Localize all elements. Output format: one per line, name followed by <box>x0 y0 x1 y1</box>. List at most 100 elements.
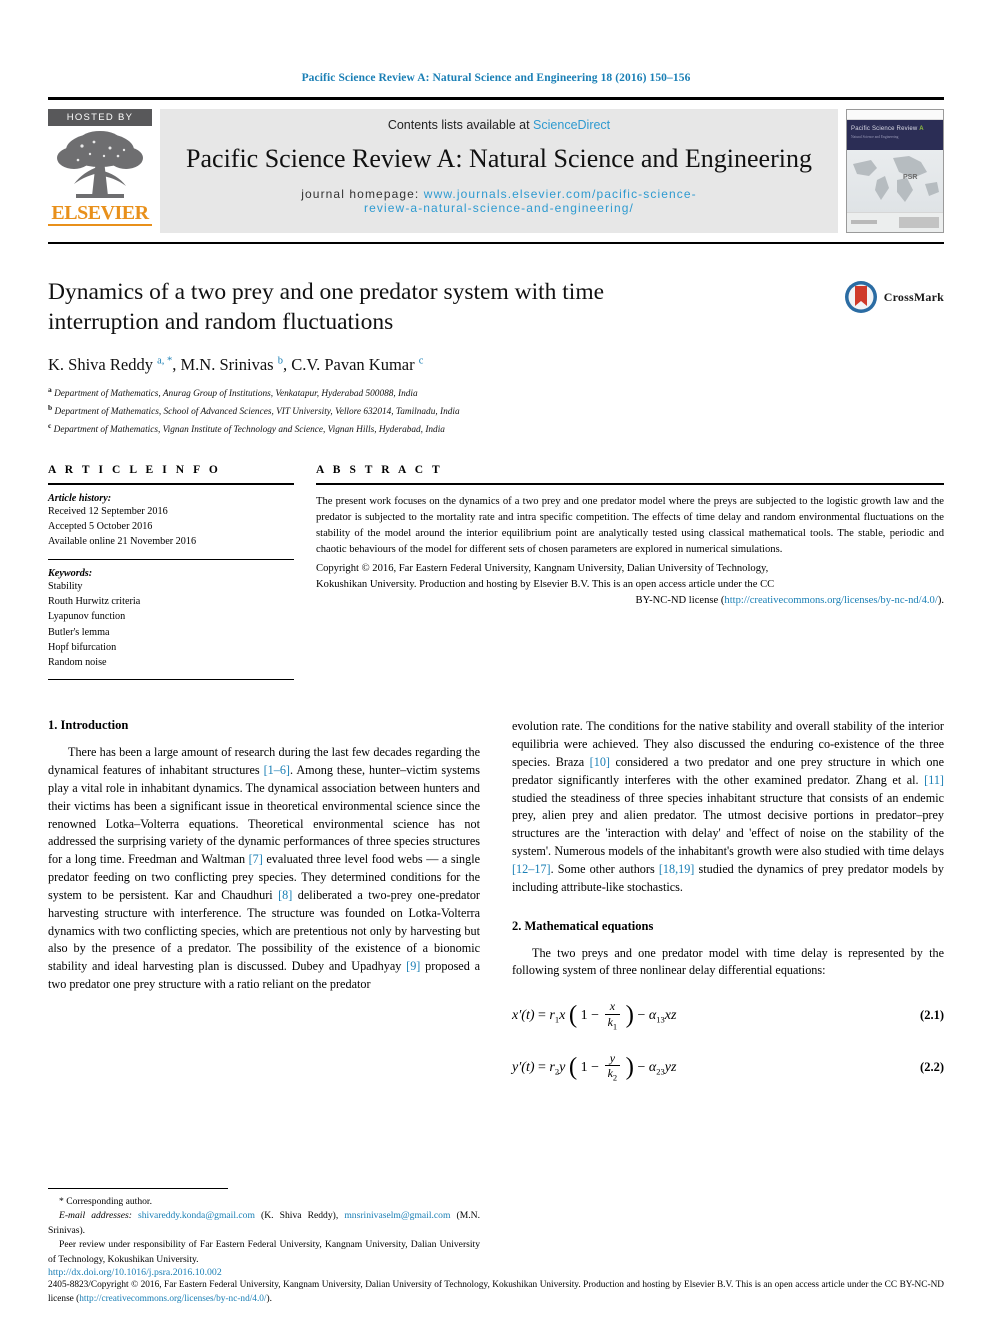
close-paren: ) <box>625 1001 634 1029</box>
article-page: Pacific Science Review A: Natural Scienc… <box>0 0 992 1323</box>
license-link[interactable]: http://creativecommons.org/licenses/by-n… <box>724 595 937 606</box>
cover-psr-label: PSR <box>903 174 918 181</box>
intro-paragraph-1: There has been a large amount of researc… <box>48 744 480 993</box>
citation-ref[interactable]: [1–6] <box>264 763 290 777</box>
license-prefix: BY-NC-ND license ( <box>635 595 725 607</box>
abstract-panel: A B S T R A C T The present work focuses… <box>316 464 944 681</box>
page-title: Dynamics of a two prey and one predator … <box>48 279 605 335</box>
fraction: y k2 <box>604 1051 621 1083</box>
one-term: 1 − <box>580 1059 600 1075</box>
world-map-icon <box>853 156 939 202</box>
k-subscript: 1 <box>612 1021 618 1032</box>
keyword-item: Stability <box>48 580 83 592</box>
abstract-paragraph: The present work focuses on the dynamics… <box>316 495 944 556</box>
cover-title-text: Pacific Science Review A <box>851 126 924 132</box>
keywords-label: Keywords: <box>48 567 93 579</box>
section-heading-mathematical-equations: 2. Mathematical equations <box>512 918 654 933</box>
email-label: E-mail addresses: <box>59 1210 132 1222</box>
elsevier-underline <box>48 224 152 226</box>
footnote-rule <box>48 1188 228 1190</box>
peer-review-note: Peer review under responsibility of Far … <box>48 1238 480 1267</box>
masthead-top-rule <box>48 97 944 100</box>
keyword-item: Random noise <box>48 657 107 669</box>
citation-ref[interactable]: [11] <box>924 773 944 787</box>
copyright-line-3: BY-NC-ND license (http://creativecommons… <box>316 593 944 609</box>
article-info-panel: A R T I C L E I N F O Article history: R… <box>48 464 316 681</box>
copyright-line-2: Kokushikan University. Production and ho… <box>316 579 775 591</box>
article-info-rule-bottom <box>48 679 294 681</box>
section-heading-introduction: 1. Introduction <box>48 718 129 733</box>
email-line: E-mail addresses: shivareddy.konda@gmail… <box>48 1209 480 1238</box>
intro-text: . Some other authors <box>550 861 659 876</box>
affiliation-item: a Department of Mathematics, Anurag Grou… <box>48 384 944 402</box>
equation-2-1: x′(t) = r1x ( 1 − x k1 ) − α13xz <box>512 999 920 1032</box>
elsevier-wordmark: ELSEVIER <box>51 202 149 224</box>
email-link-2[interactable]: mnsrinivaselm@gmail.com <box>344 1210 450 1221</box>
cover-title-band: Pacific Science Review A Natural Science… <box>847 120 943 150</box>
page-footer: http://dx.doi.org/10.1016/j.psra.2016.10… <box>48 1267 944 1307</box>
article-history-item: Received 12 September 2016 <box>48 505 168 517</box>
article-info-rule-mid <box>48 558 294 560</box>
equals-sign: = <box>538 1008 550 1024</box>
peer-review-text: Peer review under responsibility of Far … <box>48 1239 480 1265</box>
one-term: 1 − <box>580 1008 600 1024</box>
affiliation-list: a Department of Mathematics, Anurag Grou… <box>48 384 944 438</box>
journal-cover-block: Pacific Science Review A Natural Science… <box>846 109 944 233</box>
alpha-subscript: 23 <box>656 1066 665 1077</box>
footer-copyright-line: 2405-8823/Copyright © 2016, Far Eastern … <box>48 1279 944 1307</box>
crossmark-icon <box>844 281 877 313</box>
email-owner-1: (K. Shiva Reddy), <box>254 1210 345 1222</box>
cover-bottom-right-mark <box>899 217 939 228</box>
keyword-item: Lyapunov function <box>48 611 126 623</box>
citation-ref[interactable]: [8] <box>278 888 292 902</box>
affiliation-item: c Department of Mathematics, Vignan Inst… <box>48 420 944 438</box>
cover-world-map: PSR <box>847 150 943 212</box>
crossmark-badge[interactable]: CrossMark <box>844 280 944 314</box>
citation-ref[interactable]: [9] <box>406 959 420 973</box>
equation-number: (2.1) <box>920 1008 944 1023</box>
journal-homepage-line: journal homepage: www.journals.elsevier.… <box>170 187 828 215</box>
doi-link[interactable]: http://dx.doi.org/10.1016/j.psra.2016.10… <box>48 1267 944 1278</box>
abstract-text: The present work focuses on the dynamics… <box>316 494 944 558</box>
citation-ref[interactable]: [10] <box>590 755 610 769</box>
hosted-by-label: HOSTED BY <box>48 109 152 126</box>
email-link-1[interactable]: shivareddy.konda@gmail.com <box>138 1210 255 1221</box>
body-columns: 1. Introduction There has been a large a… <box>48 718 944 1083</box>
footer-license-link[interactable]: http://creativecommons.org/licenses/by-n… <box>79 1294 266 1304</box>
fraction-numerator: x <box>604 999 621 1015</box>
citation-ref[interactable]: [18,19] <box>659 862 695 876</box>
affiliation-text: Department of Mathematics, Anurag Group … <box>54 389 418 400</box>
elsevier-tree-icon <box>48 126 152 202</box>
affiliation-marker: c <box>48 420 52 430</box>
equation-2-2: y′(t) = r2y ( 1 − y k2 ) − α23yz <box>512 1051 920 1083</box>
footnote-block: * Corresponding author. E-mail addresses… <box>48 1188 480 1267</box>
fraction-denominator: k2 <box>605 1066 621 1083</box>
journal-cover-thumbnail: Pacific Science Review A Natural Science… <box>846 109 944 233</box>
intro-text: . Among these, hunter–victim systems pla… <box>48 763 480 867</box>
math-intro-paragraph: The two preys and one predator model wit… <box>512 945 944 978</box>
cover-top-strip <box>847 110 943 120</box>
homepage-url-line2[interactable]: review-a-natural-science-and-engineering… <box>170 201 828 215</box>
abstract-rule <box>316 482 944 485</box>
sciencedirect-link[interactable]: ScienceDirect <box>533 118 610 132</box>
alpha-subscript: 13 <box>656 1014 665 1025</box>
footer-copyright-suffix: ). <box>266 1294 272 1305</box>
info-abstract-row: A R T I C L E I N F O Article history: R… <box>48 464 944 681</box>
affiliation-marker: a <box>48 385 52 395</box>
equals-sign: = <box>538 1059 550 1075</box>
affiliation-text: Department of Mathematics, Vignan Instit… <box>53 425 445 435</box>
article-history-item: Accepted 5 October 2016 <box>48 521 153 533</box>
equation-row-2-2: y′(t) = r2y ( 1 − y k2 ) − α23yz (2.2) <box>512 1051 944 1083</box>
crossmark-label: CrossMark <box>883 289 944 304</box>
affiliation-text: Department of Mathematics, School of Adv… <box>54 407 460 418</box>
citation-ref[interactable]: [12–17] <box>512 862 551 876</box>
cover-subtitle-text: Natural Science and Engineering <box>851 135 899 139</box>
title-block: Dynamics of a two prey and one predator … <box>48 278 944 438</box>
homepage-url-line1[interactable]: www.journals.elsevier.com/pacific-scienc… <box>424 187 697 201</box>
equation-lhs: y′(t) <box>512 1059 535 1075</box>
k-subscript: 2 <box>612 1072 618 1083</box>
keyword-item: Butler's lemma <box>48 626 110 638</box>
keyword-item: Routh Hurwitz criteria <box>48 595 141 607</box>
citation-ref[interactable]: [7] <box>249 852 263 866</box>
close-paren: ) <box>625 1053 634 1081</box>
